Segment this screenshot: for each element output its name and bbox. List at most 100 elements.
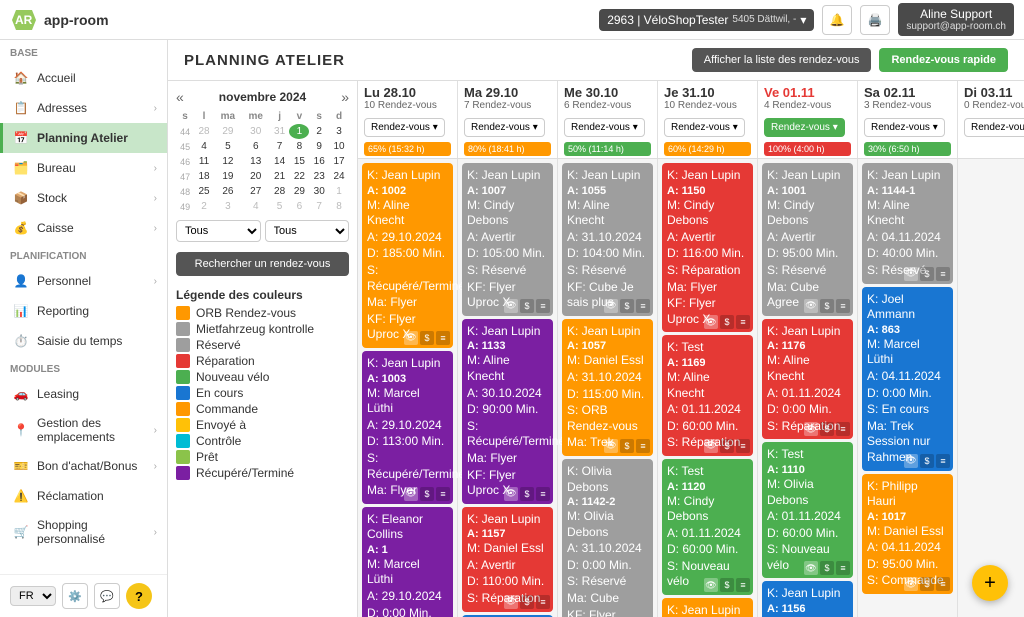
menu-icon[interactable]: ≡ — [636, 439, 650, 453]
calendar-day[interactable]: 1 — [329, 184, 349, 199]
fab-button[interactable]: + — [972, 565, 1008, 601]
dollar-icon[interactable]: $ — [520, 487, 534, 501]
filter-select-1[interactable]: Tous — [176, 220, 261, 242]
calendar-day[interactable]: 14 — [270, 154, 290, 169]
calendar-day[interactable]: 49 — [176, 199, 194, 214]
menu-icon[interactable]: ≡ — [536, 299, 550, 313]
calendar-day[interactable]: 22 — [289, 169, 309, 184]
calendar-day[interactable]: 21 — [270, 169, 290, 184]
tenant-select[interactable]: 2963 | VéloShopTester 5405 Dättwil, - ▾ — [599, 9, 814, 31]
sidebar-item-stock[interactable]: 📦 Stock › — [0, 183, 167, 213]
calendar-day[interactable]: 9 — [309, 139, 329, 154]
feedback-button[interactable]: 💬 — [94, 583, 120, 609]
eye-icon[interactable]: 👁 — [504, 299, 518, 313]
dollar-icon[interactable]: $ — [720, 439, 734, 453]
calendar-day[interactable]: 24 — [329, 169, 349, 184]
quick-appointment-button[interactable]: Rendez-vous rapide — [879, 48, 1008, 72]
calendar-day[interactable]: 15 — [289, 154, 309, 169]
eye-icon[interactable]: 👁 — [904, 577, 918, 591]
user-button[interactable]: Aline Support support@app-room.ch — [898, 3, 1014, 36]
calendar-day[interactable]: 6 — [289, 199, 309, 214]
appointment-card[interactable]: K: Jean Lupin A: 1133 M: Aline Knecht A:… — [462, 319, 553, 504]
calendar-day[interactable]: 2 — [194, 199, 214, 214]
appointment-card[interactable]: K: Jean Lupin A: 1001 M: Cindy Debons A:… — [762, 163, 853, 316]
eye-icon[interactable]: 👁 — [604, 299, 618, 313]
sidebar-item-bureau[interactable]: 🗂️ Bureau › — [0, 153, 167, 183]
dollar-icon[interactable]: $ — [920, 454, 934, 468]
eye-icon[interactable]: 👁 — [404, 331, 418, 345]
calendar-day[interactable]: 7 — [270, 139, 290, 154]
calendar-day[interactable]: 8 — [289, 139, 309, 154]
appointment-card[interactable]: K: Jean Lupin A: 1176 M: Aline Knecht A:… — [762, 319, 853, 440]
calendar-day[interactable]: 29 — [289, 184, 309, 199]
sidebar-item-caisse[interactable]: 💰 Caisse › — [0, 213, 167, 243]
menu-icon[interactable]: ≡ — [836, 422, 850, 436]
rdv-button[interactable]: Rendez-vous ▾ — [864, 118, 945, 137]
calendar-day[interactable]: 17 — [329, 154, 349, 169]
dollar-icon[interactable]: $ — [620, 299, 634, 313]
menu-icon[interactable]: ≡ — [736, 578, 750, 592]
calendar-day[interactable]: 25 — [194, 184, 214, 199]
calendar-day[interactable]: 31 — [270, 124, 290, 139]
calendar-day[interactable]: 6 — [242, 139, 270, 154]
appointment-card[interactable]: K: Jean Lupin A: 1055 M: Aline Knecht A:… — [562, 163, 653, 316]
eye-icon[interactable]: 👁 — [604, 439, 618, 453]
calendar-day[interactable]: 2 — [309, 124, 329, 139]
dollar-icon[interactable]: $ — [920, 577, 934, 591]
menu-icon[interactable]: ≡ — [736, 315, 750, 329]
menu-icon[interactable]: ≡ — [836, 561, 850, 575]
sidebar-item-leasing[interactable]: 🚗 Leasing — [0, 379, 167, 409]
filter-select-2[interactable]: Tous — [265, 220, 350, 242]
sidebar-item-planning-atelier[interactable]: 📅 Planning Atelier — [0, 123, 167, 153]
menu-icon[interactable]: ≡ — [436, 331, 450, 345]
calendar-day[interactable]: 27 — [242, 184, 270, 199]
search-appointment-button[interactable]: Rechercher un rendez-vous — [176, 252, 349, 276]
eye-icon[interactable]: 👁 — [804, 299, 818, 313]
appointment-card[interactable]: K: Jean Lupin A: 1144-1 M: Aline Knecht … — [862, 163, 953, 284]
calendar-day[interactable]: 4 — [242, 199, 270, 214]
calendar-day[interactable]: 46 — [176, 154, 194, 169]
calendar-day[interactable]: 3 — [214, 199, 242, 214]
calendar-day[interactable]: 11 — [194, 154, 214, 169]
calendar-day[interactable]: 28 — [194, 124, 214, 139]
sidebar-item-bon-achat[interactable]: 🎫 Bon d'achat/Bonus › — [0, 451, 167, 481]
appointment-card[interactable]: K: Jean Lupin A: 1002 M: Aline Knecht A:… — [362, 163, 453, 348]
calendar-day[interactable]: 30 — [242, 124, 270, 139]
menu-icon[interactable]: ≡ — [636, 299, 650, 313]
eye-icon[interactable]: 👁 — [704, 578, 718, 592]
menu-icon[interactable]: ≡ — [936, 267, 950, 281]
dollar-icon[interactable]: $ — [820, 422, 834, 436]
calendar-day[interactable]: 8 — [329, 199, 349, 214]
rdv-button[interactable]: Rendez-vous ▾ — [564, 118, 645, 137]
sidebar-item-adresses[interactable]: 📋 Adresses › — [0, 93, 167, 123]
menu-icon[interactable]: ≡ — [936, 454, 950, 468]
calendar-day[interactable]: 45 — [176, 139, 194, 154]
dollar-icon[interactable]: $ — [520, 595, 534, 609]
calendar-day[interactable]: 19 — [214, 169, 242, 184]
menu-icon[interactable]: ≡ — [836, 299, 850, 313]
calendar-day[interactable]: 7 — [309, 199, 329, 214]
appointment-card[interactable]: K: Jean Lupin A: 1156 M: Olivia Debons A… — [762, 581, 853, 617]
calendar-day[interactable]: 4 — [194, 139, 214, 154]
calendar-day[interactable]: 44 — [176, 124, 194, 139]
calendar-day[interactable]: 3 — [329, 124, 349, 139]
rdv-button[interactable]: Rendez-vous ▾ — [364, 118, 445, 137]
calendar-day[interactable]: 13 — [242, 154, 270, 169]
appointment-card[interactable]: K: Jean Lupin A: 1157 M: Daniel Essl A: … — [462, 507, 553, 612]
calendar-day[interactable]: 28 — [270, 184, 290, 199]
eye-icon[interactable]: 👁 — [904, 454, 918, 468]
sidebar-item-reporting[interactable]: 📊 Reporting — [0, 296, 167, 326]
rdv-button[interactable]: Rendez-vous ▾ — [964, 118, 1024, 137]
dollar-icon[interactable]: $ — [920, 267, 934, 281]
appointment-card[interactable]: K: Jean Lupin A: 1150 M: Cindy Debons A:… — [662, 163, 753, 332]
dollar-icon[interactable]: $ — [420, 487, 434, 501]
sidebar-item-accueil[interactable]: 🏠 Accueil — [0, 63, 167, 93]
appointment-card[interactable]: K: Jean Lupin A: 1057 M: Daniel Essl A: … — [562, 319, 653, 456]
list-view-button[interactable]: Afficher la liste des rendez-vous — [692, 48, 872, 72]
notifications-button[interactable]: 🔔 — [822, 5, 852, 35]
calendar-day[interactable]: 29 — [214, 124, 242, 139]
eye-icon[interactable]: 👁 — [804, 422, 818, 436]
appointment-card[interactable]: K: Jean Lupin A: 1007 M: Cindy Debons A:… — [462, 163, 553, 316]
calendar-day[interactable]: 26 — [214, 184, 242, 199]
menu-icon[interactable]: ≡ — [536, 487, 550, 501]
